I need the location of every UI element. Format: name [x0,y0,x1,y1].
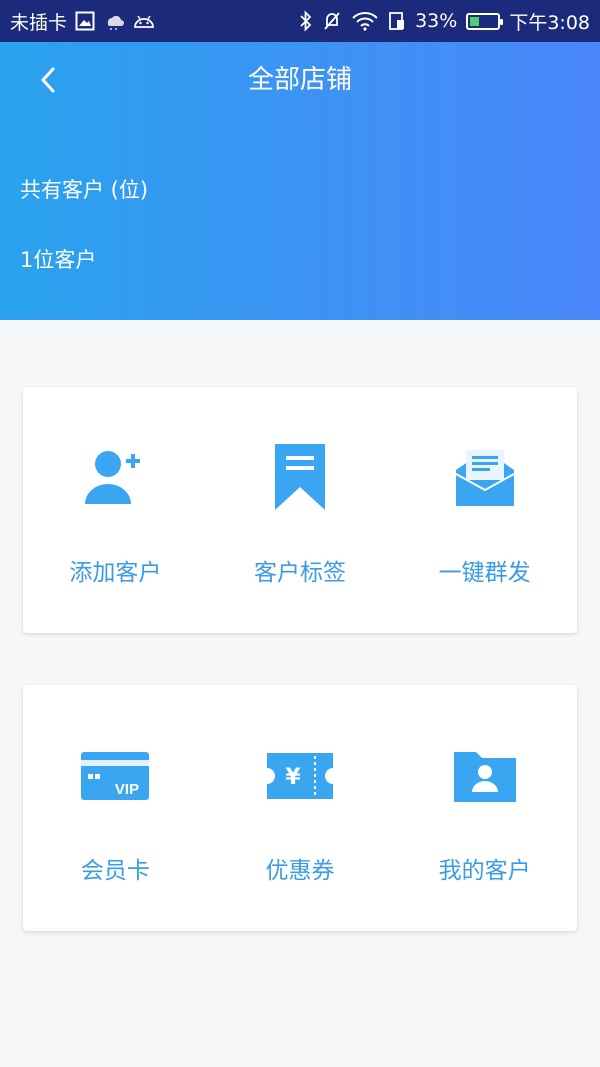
status-left: 未插卡 [10,8,155,35]
vip-card-button[interactable]: VIP 会员卡 [23,685,208,931]
battery-fill [470,16,480,26]
battery-icon [466,12,504,30]
mute-icon [322,11,342,31]
add-user-icon [85,451,141,504]
weather-icon [103,11,125,31]
my-customers-button[interactable]: 我的客户 [392,685,577,931]
coupon-button[interactable]: ¥ 优惠券 [208,685,393,931]
wifi-icon [351,11,379,31]
android-icon [133,13,155,29]
vip-text: VIP [115,781,139,798]
page-title: 全部店铺 [247,65,352,95]
customer-tags-button[interactable]: 客户标签 [208,387,393,633]
my-customers-label: 我的客户 [438,858,531,884]
mail-icon [455,450,515,506]
membership-card: VIP 会员卡 ¥ 优惠券 我的客户 [23,685,577,931]
carrier-text: 未插卡 [10,11,68,34]
customer-count-label: 共有客户 (位) [20,178,149,202]
vip-card-icon: VIP [81,752,150,800]
coupon-icon: ¥ [266,753,333,799]
customer-tags-label: 客户标签 [253,560,346,586]
vip-card-label: 会员卡 [80,858,150,884]
yen-text: ¥ [285,765,301,790]
sim-icon [388,11,406,31]
header: 全部店铺 共有客户 (位) 1位客户 [0,42,600,320]
battery-percent: 33% [415,10,458,32]
bluetooth-icon [299,10,313,32]
customer-count-value: 1位客户 [20,248,97,272]
image-icon [75,11,95,31]
clock: 下午3:08 [509,11,590,34]
bookmark-icon [274,444,325,510]
coupon-label: 优惠券 [265,858,335,884]
customer-actions-card: 添加客户 客户标签 一键群发 [23,387,577,633]
status-bar: 未插卡 33% 下午3:08 [0,0,600,42]
mass-send-label: 一键群发 [438,560,531,586]
status-right: 33% 下午3:08 [299,8,590,35]
add-customer-button[interactable]: 添加客户 [23,387,208,633]
add-customer-label: 添加客户 [69,560,162,586]
mass-send-button[interactable]: 一键群发 [392,387,577,633]
customer-folder-icon [453,752,516,802]
